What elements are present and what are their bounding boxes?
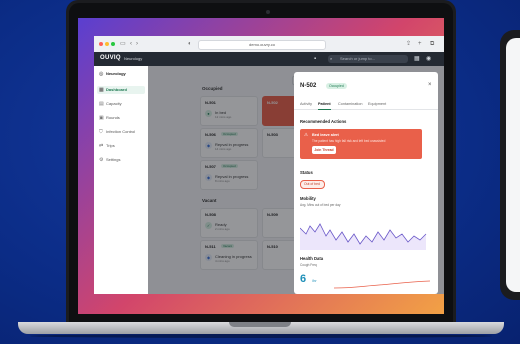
bed-leave-alert: ⚠ Bed leave alert The patient has high f… xyxy=(300,129,422,159)
clipboard-icon: ▣ xyxy=(99,115,104,121)
sidebar-item-label: Rounds xyxy=(106,115,120,120)
health-data-heading: Health Data xyxy=(300,256,324,261)
notifications-icon[interactable]: ▪ xyxy=(314,55,316,63)
mobility-sparkline xyxy=(300,223,427,250)
sidebar-item-capacity[interactable]: ▤ Capacity xyxy=(97,100,145,108)
search-icon: ⌕ xyxy=(330,56,333,61)
privacy-icon: ◐ xyxy=(188,41,192,47)
sidebar: ◎ Neurology ▦ Dashboard ▤ Capacity ▣ Rou… xyxy=(94,66,149,294)
unit-selector[interactable]: Neurology xyxy=(124,56,142,61)
sidebar-item-dashboard[interactable]: ▦ Dashboard xyxy=(97,86,145,94)
org-icon: ◎ xyxy=(99,71,104,77)
app-logo: OUVIQ xyxy=(100,55,121,61)
tab-contamination[interactable]: Contamination xyxy=(338,100,362,109)
status-badge: Occupied xyxy=(326,83,347,89)
sidebar-item-trips[interactable]: ⇄ Trips xyxy=(97,142,145,150)
sidebar-org[interactable]: ◎ Neurology xyxy=(97,70,145,78)
sidebar-item-label: Infection Control xyxy=(106,129,136,134)
close-window-dot[interactable] xyxy=(99,42,103,46)
laptop-shadow xyxy=(30,334,492,338)
alert-title: Bed leave alert xyxy=(312,133,339,137)
gear-icon: ⚙ xyxy=(99,157,104,163)
grid-icon: ▦ xyxy=(99,87,104,93)
mobility-heading: Mobility xyxy=(300,196,316,201)
apps-icon[interactable]: ▦ xyxy=(414,55,420,63)
sidebar-item-label: Settings xyxy=(106,157,121,162)
cough-frequency-value: 6 xyxy=(300,273,307,285)
back-icon[interactable]: ‹ xyxy=(130,40,132,48)
minimize-window-dot[interactable] xyxy=(105,42,109,46)
laptop-notch xyxy=(229,322,291,327)
share-icon[interactable]: ⇪ xyxy=(406,40,411,48)
sidebar-item-label: Dashboard xyxy=(106,87,127,92)
new-tab-icon[interactable]: + xyxy=(418,40,422,48)
sidebar-item-infection-control[interactable]: ⛉ Infection Control xyxy=(97,128,145,136)
app-header: OUVIQ Neurology ▪ Search or jump to... ⌕… xyxy=(94,52,444,66)
sidebar-toggle-icon[interactable]: ▭ xyxy=(120,40,126,48)
tab-equipment[interactable]: Equipment xyxy=(368,100,386,109)
panel-title: N-502 xyxy=(300,83,317,89)
maximize-window-dot[interactable] xyxy=(111,42,115,46)
route-icon: ⇄ xyxy=(99,143,104,149)
search-input[interactable]: Search or jump to... xyxy=(328,55,408,63)
sidebar-item-rounds[interactable]: ▣ Rounds xyxy=(97,114,145,122)
phone-screen xyxy=(506,38,520,292)
sidebar-item-label: Trips xyxy=(106,143,115,148)
health-subtitle: Cough Freq xyxy=(300,263,317,267)
cough-sparkline xyxy=(334,280,430,289)
sidebar-org-label: Neurology xyxy=(106,71,126,76)
panel-tabs: Activity Patient Contamination Equipment xyxy=(294,100,438,110)
cough-frequency-unit: /hr xyxy=(312,278,317,283)
room-detail-panel: N-502 Occupied × Activity Patient Contam… xyxy=(294,72,438,294)
tab-activity[interactable]: Activity xyxy=(300,100,312,109)
browser-window: ▭ ‹ › ◐ demo.ouvry.co ⇪ + ⧉ OUVIQ Neurol… xyxy=(94,36,444,294)
sidebar-item-label: Capacity xyxy=(106,101,122,106)
url-bar[interactable]: demo.ouvry.co xyxy=(198,40,326,50)
alert-body: The patient has high fall risk and left … xyxy=(312,139,386,143)
tabs-overview-icon[interactable]: ⧉ xyxy=(430,40,434,48)
close-icon[interactable]: × xyxy=(428,82,432,88)
browser-toolbar: ▭ ‹ › ◐ demo.ouvry.co ⇪ + ⧉ xyxy=(94,36,444,53)
camera-dot xyxy=(266,10,270,14)
avatar[interactable]: ◉ xyxy=(426,55,431,63)
chart-icon: ▤ xyxy=(99,101,104,107)
join-thread-button[interactable]: Join Thread xyxy=(312,146,336,154)
mobility-subtitle: Avg. Mins out of bed per day xyxy=(300,203,341,207)
status-pill: Out of bed xyxy=(300,180,325,189)
shield-icon: ⛉ xyxy=(99,129,103,135)
warning-icon: ⚠ xyxy=(304,132,309,137)
status-heading: Status xyxy=(300,170,313,175)
recommended-actions-heading: Recommended Actions xyxy=(300,119,347,124)
tab-patient[interactable]: Patient xyxy=(318,100,331,110)
forward-icon[interactable]: › xyxy=(136,40,138,48)
sidebar-item-settings[interactable]: ⚙ Settings xyxy=(97,156,145,164)
